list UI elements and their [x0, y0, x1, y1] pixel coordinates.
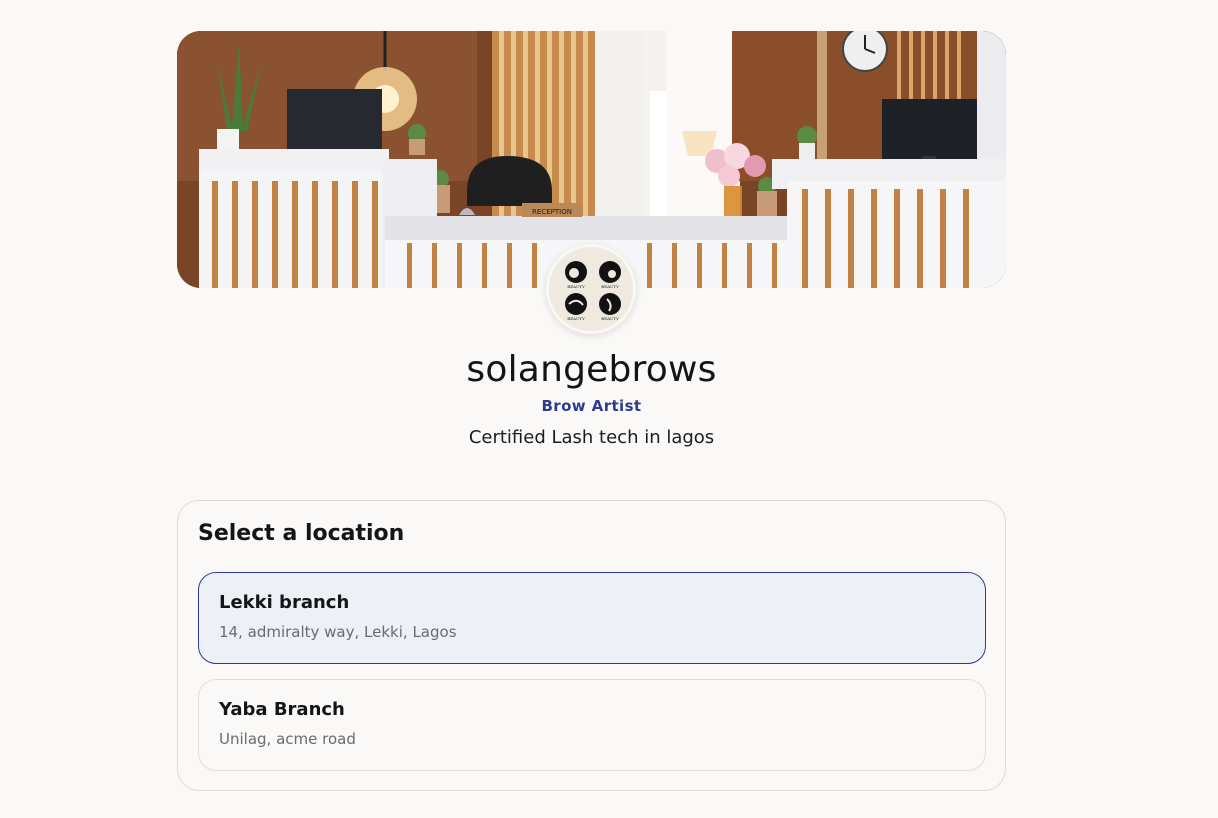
- logo-caption: BEAUTY: [601, 316, 619, 321]
- logo-caption: BEAUTY: [567, 284, 585, 289]
- location-address: 14, admiralty way, Lekki, Lagos: [219, 623, 457, 641]
- avatar: BEAUTY BEAUTY BEAUTY BEAUTY: [546, 244, 636, 334]
- profile-username: solangebrows: [466, 349, 717, 390]
- location-name: Lekki branch: [219, 592, 350, 613]
- profile-header: solangebrows Brow Artist Certified Lash …: [177, 347, 1006, 448]
- profile-role: Brow Artist: [541, 397, 642, 415]
- location-selector: Select a location Lekki branch 14, admir…: [177, 500, 1006, 791]
- reception-sign: RECEPTION: [532, 208, 572, 216]
- location-selector-title: Select a location: [198, 521, 405, 546]
- location-name: Yaba Branch: [219, 699, 345, 720]
- profile-page: RECEPTION BEAUTY BEAUTY BEAUTY BEAUTY so…: [177, 31, 1006, 791]
- logo-caption: BEAUTY: [601, 284, 619, 289]
- location-option-yaba[interactable]: Yaba Branch Unilag, acme road: [198, 679, 986, 771]
- profile-bio: Certified Lash tech in lagos: [468, 427, 715, 448]
- location-option-lekki[interactable]: Lekki branch 14, admiralty way, Lekki, L…: [198, 572, 986, 664]
- location-address: Unilag, acme road: [219, 730, 356, 748]
- logo-caption: BEAUTY: [567, 316, 585, 321]
